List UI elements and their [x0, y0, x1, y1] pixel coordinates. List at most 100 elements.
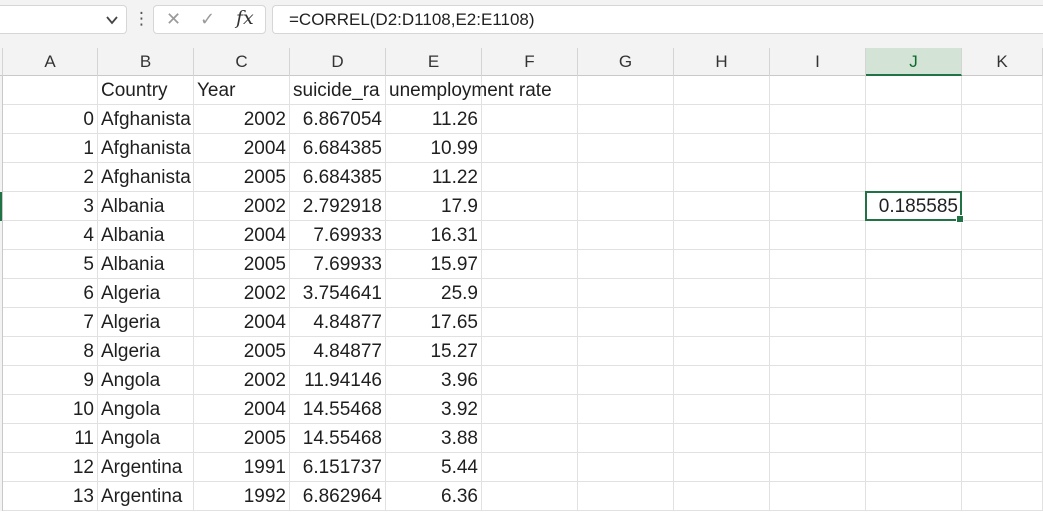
cell-h[interactable] — [674, 105, 770, 134]
cell-g[interactable] — [578, 424, 674, 453]
cell-d[interactable]: suicide_ra — [290, 76, 386, 105]
cell-f[interactable] — [482, 134, 578, 163]
cell-h[interactable] — [674, 337, 770, 366]
cell-e[interactable]: 5.44 — [386, 453, 482, 482]
column-header-c[interactable]: C — [194, 48, 290, 76]
cell-b[interactable]: Afghanista — [98, 105, 194, 134]
cell-h[interactable] — [674, 395, 770, 424]
cell-d[interactable]: 4.84877 — [290, 308, 386, 337]
cell-k[interactable] — [962, 395, 1043, 424]
column-header-j[interactable]: J — [866, 48, 962, 76]
cell-c[interactable]: 2002 — [194, 192, 290, 221]
cell-h[interactable] — [674, 134, 770, 163]
cell-j[interactable] — [866, 424, 962, 453]
cell-i[interactable] — [770, 279, 866, 308]
cell-d[interactable]: 4.84877 — [290, 337, 386, 366]
cell-i[interactable] — [770, 163, 866, 192]
cell-a[interactable]: 3 — [3, 192, 98, 221]
cell-g[interactable] — [578, 482, 674, 511]
cell-c[interactable]: 1991 — [194, 453, 290, 482]
cell-f[interactable] — [482, 221, 578, 250]
cell-g[interactable] — [578, 308, 674, 337]
cell-c[interactable]: 2005 — [194, 337, 290, 366]
cell-d[interactable]: 14.55468 — [290, 395, 386, 424]
cell-c[interactable]: 2005 — [194, 163, 290, 192]
cell-c[interactable]: 2005 — [194, 250, 290, 279]
cell-a[interactable] — [3, 76, 98, 105]
cell-e[interactable]: 16.31 — [386, 221, 482, 250]
cell-k[interactable] — [962, 424, 1043, 453]
cell-f[interactable] — [482, 192, 578, 221]
cell-h[interactable] — [674, 76, 770, 105]
column-header-g[interactable]: G — [578, 48, 674, 76]
cell-c[interactable]: Year — [194, 76, 290, 105]
chevron-down-icon[interactable] — [105, 10, 119, 34]
cell-c[interactable]: 2004 — [194, 308, 290, 337]
cell-b[interactable]: Afghanista — [98, 134, 194, 163]
cell-j[interactable] — [866, 105, 962, 134]
cell-e[interactable]: 17.9 — [386, 192, 482, 221]
insert-function-icon[interactable]: fx — [236, 7, 254, 29]
cell-a[interactable]: 7 — [3, 308, 98, 337]
cancel-icon[interactable]: ✕ — [166, 9, 181, 30]
cell-a[interactable]: 6 — [3, 279, 98, 308]
cell-k[interactable] — [962, 76, 1043, 105]
cell-d[interactable]: 6.862964 — [290, 482, 386, 511]
cell-k[interactable] — [962, 482, 1043, 511]
cell-a[interactable]: 1 — [3, 134, 98, 163]
cell-c[interactable]: 2005 — [194, 424, 290, 453]
cell-h[interactable] — [674, 221, 770, 250]
cell-k[interactable] — [962, 250, 1043, 279]
cell-k[interactable] — [962, 366, 1043, 395]
cell-c[interactable]: 1992 — [194, 482, 290, 511]
cell-a[interactable]: 9 — [3, 366, 98, 395]
cell-j[interactable] — [866, 279, 962, 308]
cell-k[interactable] — [962, 453, 1043, 482]
cell-k[interactable] — [962, 105, 1043, 134]
cell-b[interactable]: Albania — [98, 250, 194, 279]
cell-j[interactable] — [866, 337, 962, 366]
column-header-a[interactable]: A — [3, 48, 98, 76]
cell-i[interactable] — [770, 76, 866, 105]
cell-e[interactable]: 17.65 — [386, 308, 482, 337]
cell-i[interactable] — [770, 192, 866, 221]
cell-d[interactable]: 3.754641 — [290, 279, 386, 308]
column-header-e[interactable]: E — [386, 48, 482, 76]
cell-f[interactable] — [482, 424, 578, 453]
cell-b[interactable]: Argentina — [98, 482, 194, 511]
cell-h[interactable] — [674, 366, 770, 395]
column-header-k[interactable]: K — [962, 48, 1043, 76]
cell-e[interactable]: 10.99 — [386, 134, 482, 163]
cell-d[interactable]: 2.792918 — [290, 192, 386, 221]
cell-g[interactable] — [578, 366, 674, 395]
cell-a[interactable]: 10 — [3, 395, 98, 424]
cell-a[interactable]: 5 — [3, 250, 98, 279]
cell-c[interactable]: 2004 — [194, 221, 290, 250]
cell-g[interactable] — [578, 163, 674, 192]
cell-j[interactable] — [866, 453, 962, 482]
cell-b[interactable]: Albania — [98, 192, 194, 221]
cell-b[interactable]: Algeria — [98, 279, 194, 308]
cell-b[interactable]: Country — [98, 76, 194, 105]
cell-j[interactable] — [866, 221, 962, 250]
cell-e[interactable]: 6.36 — [386, 482, 482, 511]
cell-e[interactable]: 15.97 — [386, 250, 482, 279]
cell-h[interactable] — [674, 424, 770, 453]
cell-i[interactable] — [770, 482, 866, 511]
cell-e[interactable]: 15.27 — [386, 337, 482, 366]
cell-d[interactable]: 11.94146 — [290, 366, 386, 395]
cell-i[interactable] — [770, 105, 866, 134]
enter-icon[interactable]: ✓ — [200, 9, 215, 30]
cell-e[interactable]: 25.9 — [386, 279, 482, 308]
cell-c[interactable]: 2002 — [194, 105, 290, 134]
cell-g[interactable] — [578, 279, 674, 308]
cell-i[interactable] — [770, 250, 866, 279]
cell-i[interactable] — [770, 134, 866, 163]
more-options-icon[interactable]: ⋮ — [133, 9, 150, 29]
cell-a[interactable]: 12 — [3, 453, 98, 482]
cell-g[interactable] — [578, 453, 674, 482]
cell-j[interactable] — [866, 250, 962, 279]
cell-a[interactable]: 11 — [3, 424, 98, 453]
cell-a[interactable]: 8 — [3, 337, 98, 366]
cell-g[interactable] — [578, 250, 674, 279]
